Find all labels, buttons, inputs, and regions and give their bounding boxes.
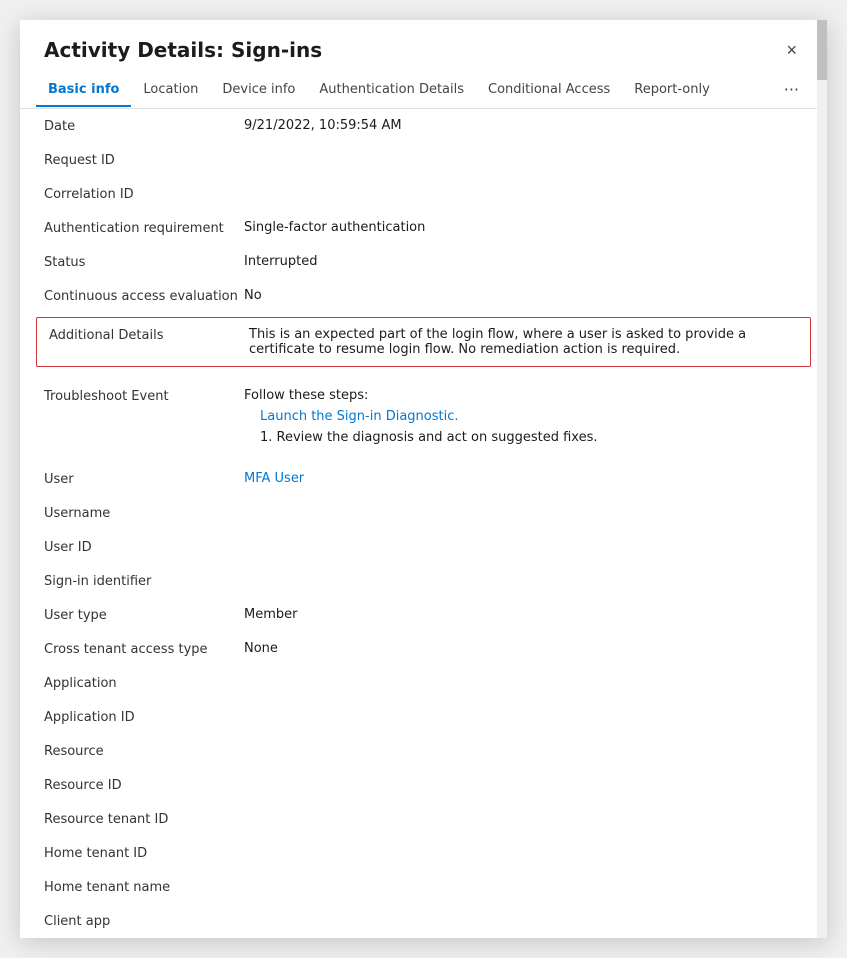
label-resource-id: Resource ID (44, 777, 244, 793)
dialog-header: Activity Details: Sign-ins × (20, 20, 827, 72)
row-username: Username (20, 496, 827, 530)
value-auth-requirement: Single-factor authentication (244, 220, 803, 235)
label-resource: Resource (44, 743, 244, 759)
row-user-id: User ID (20, 530, 827, 564)
label-application: Application (44, 675, 244, 691)
label-client-app: Client app (44, 913, 244, 929)
content-area: Date 9/21/2022, 10:59:54 AM Request ID C… (20, 109, 827, 938)
label-request-id: Request ID (44, 152, 244, 168)
launch-diagnostic-link[interactable]: Launch the Sign-in Diagnostic. (260, 409, 803, 424)
value-status: Interrupted (244, 254, 803, 269)
row-auth-requirement: Authentication requirement Single-factor… (20, 211, 827, 245)
row-troubleshoot: Troubleshoot Event Follow these steps: L… (20, 379, 827, 454)
row-user-type: User type Member (20, 598, 827, 632)
scrollbar-track[interactable] (817, 20, 827, 938)
row-cross-tenant-access: Cross tenant access type None (20, 632, 827, 666)
tab-conditional-access[interactable]: Conditional Access (476, 74, 622, 107)
value-user-type: Member (244, 607, 803, 622)
value-continuous-access: No (244, 288, 803, 303)
troubleshoot-steps-title: Follow these steps: (244, 388, 803, 403)
label-user: User (44, 471, 244, 487)
label-troubleshoot: Troubleshoot Event (44, 388, 244, 404)
row-additional-details: Additional Details This is an expected p… (36, 317, 811, 367)
value-date: 9/21/2022, 10:59:54 AM (244, 118, 803, 133)
value-additional-details: This is an expected part of the login fl… (249, 327, 798, 357)
label-user-id: User ID (44, 539, 244, 555)
tab-location[interactable]: Location (131, 74, 210, 107)
label-user-type: User type (44, 607, 244, 623)
close-button[interactable]: × (780, 39, 803, 61)
label-status: Status (44, 254, 244, 270)
label-auth-requirement: Authentication requirement (44, 220, 244, 236)
label-username: Username (44, 505, 244, 521)
label-application-id: Application ID (44, 709, 244, 725)
activity-details-dialog: Activity Details: Sign-ins × Basic info … (20, 20, 827, 938)
label-correlation-id: Correlation ID (44, 186, 244, 202)
row-client-app: Client app (20, 904, 827, 938)
row-correlation-id: Correlation ID (20, 177, 827, 211)
label-resource-tenant-id: Resource tenant ID (44, 811, 244, 827)
row-application: Application (20, 666, 827, 700)
label-signin-identifier: Sign-in identifier (44, 573, 244, 589)
row-continuous-access: Continuous access evaluation No (20, 279, 827, 313)
row-application-id: Application ID (20, 700, 827, 734)
value-user[interactable]: MFA User (244, 471, 803, 486)
label-additional-details: Additional Details (49, 327, 249, 343)
tab-auth-details[interactable]: Authentication Details (307, 74, 476, 107)
label-cross-tenant-access: Cross tenant access type (44, 641, 244, 657)
spacer-2 (20, 454, 827, 462)
tab-report-only[interactable]: Report-only (622, 74, 722, 107)
label-continuous-access: Continuous access evaluation (44, 288, 244, 304)
row-resource: Resource (20, 734, 827, 768)
row-date: Date 9/21/2022, 10:59:54 AM (20, 109, 827, 143)
row-request-id: Request ID (20, 143, 827, 177)
tab-device-info[interactable]: Device info (210, 74, 307, 107)
row-status: Status Interrupted (20, 245, 827, 279)
row-resource-tenant-id: Resource tenant ID (20, 802, 827, 836)
value-cross-tenant-access: None (244, 641, 803, 656)
label-home-tenant-id: Home tenant ID (44, 845, 244, 861)
row-home-tenant-name: Home tenant name (20, 870, 827, 904)
scrollbar-thumb[interactable] (817, 20, 827, 80)
tabs-bar: Basic info Location Device info Authenti… (20, 72, 827, 109)
row-resource-id: Resource ID (20, 768, 827, 802)
row-user: User MFA User (20, 462, 827, 496)
tab-basic-info[interactable]: Basic info (36, 74, 131, 107)
troubleshoot-content: Follow these steps: Launch the Sign-in D… (244, 388, 803, 445)
dialog-title: Activity Details: Sign-ins (44, 38, 322, 62)
spacer-1 (20, 371, 827, 379)
row-home-tenant-id: Home tenant ID (20, 836, 827, 870)
label-date: Date (44, 118, 244, 134)
label-home-tenant-name: Home tenant name (44, 879, 244, 895)
row-signin-identifier: Sign-in identifier (20, 564, 827, 598)
tab-more-button[interactable]: ··· (772, 72, 811, 109)
troubleshoot-step-1: 1. Review the diagnosis and act on sugge… (260, 430, 803, 445)
